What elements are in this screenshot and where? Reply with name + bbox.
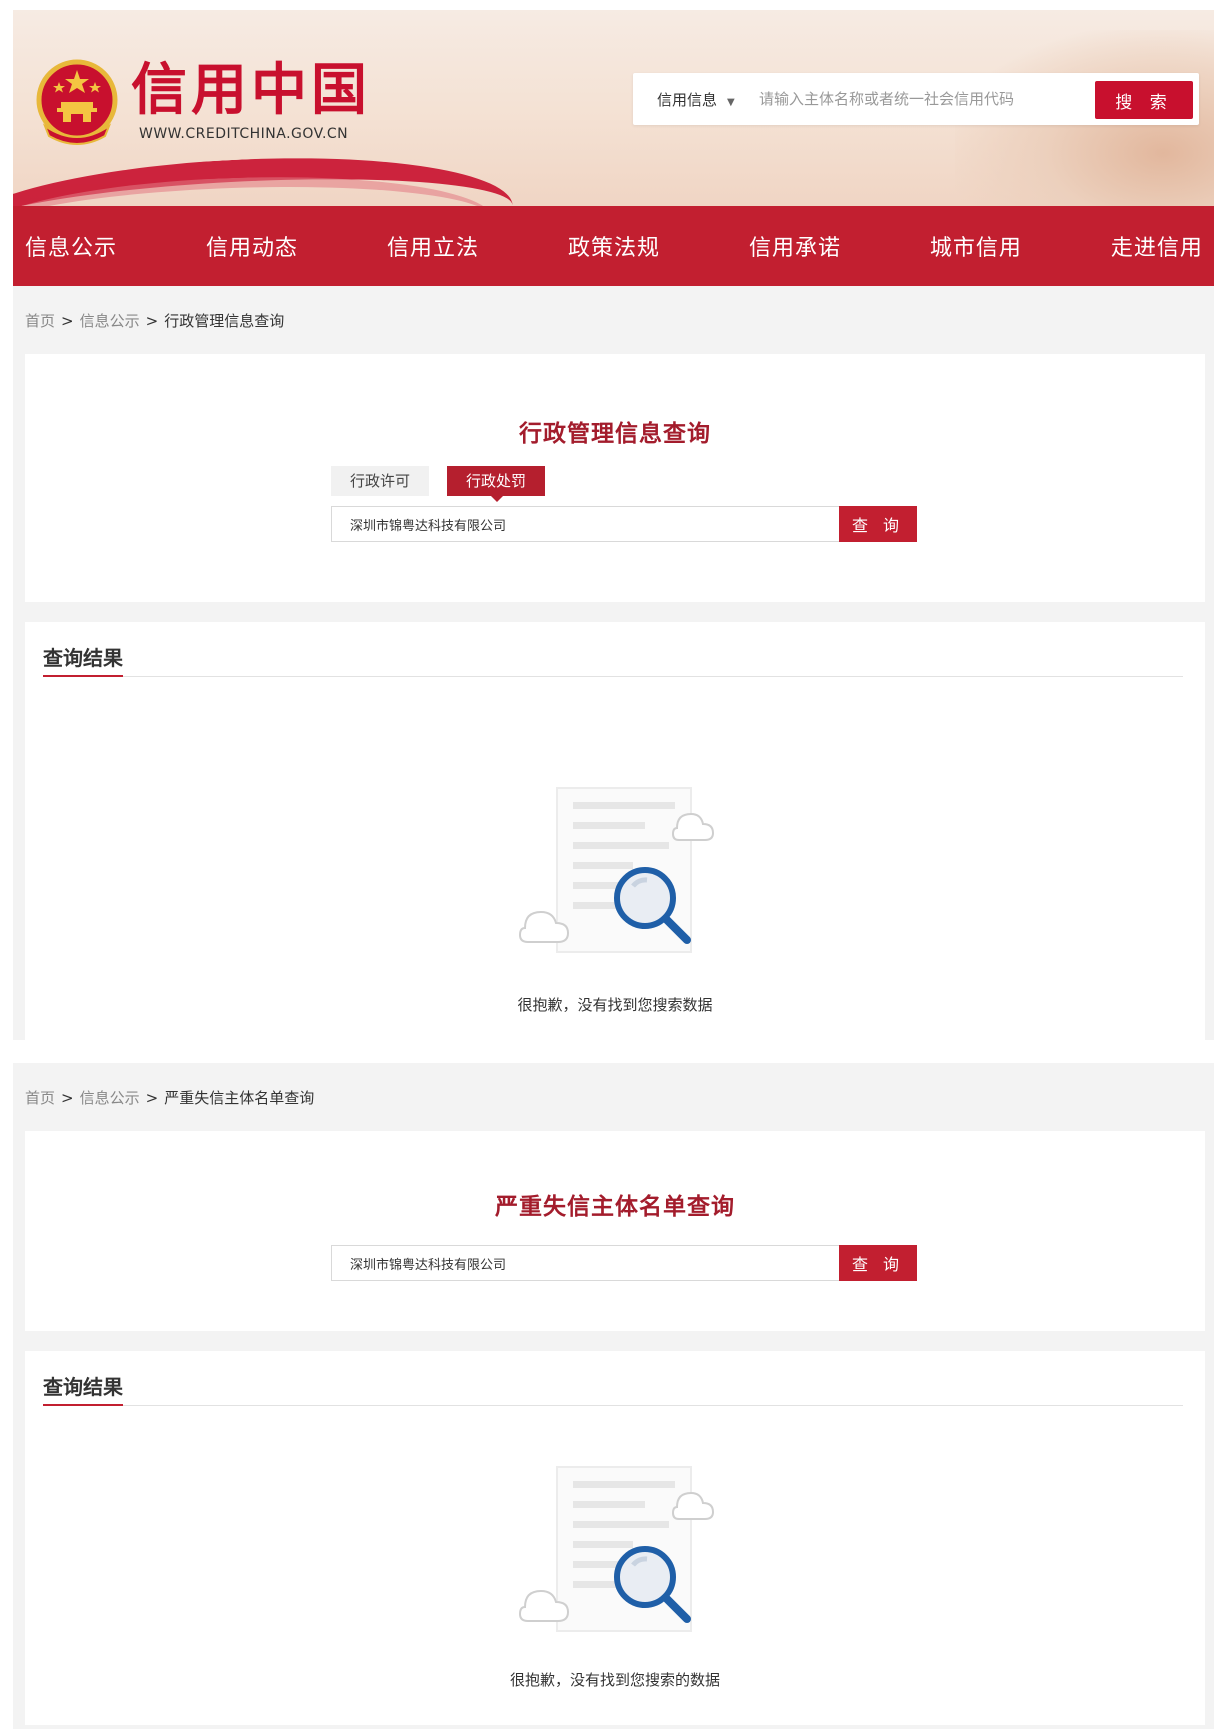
- breadcrumb-parent[interactable]: 信息公示: [80, 312, 140, 330]
- query-button[interactable]: 查 询: [839, 506, 917, 542]
- result-title: 查询结果: [43, 1375, 123, 1399]
- nav-item-credit-news[interactable]: 信用动态: [206, 230, 298, 262]
- nav-item-credit-commitment[interactable]: 信用承诺: [749, 230, 841, 262]
- result-title-underline: [43, 1404, 123, 1406]
- no-data-illustration-icon: [518, 1466, 715, 1632]
- brand-url: WWW.CREDITCHINA.GOV.CN: [139, 126, 349, 142]
- search-category-select[interactable]: 信用信息 ▼: [657, 89, 735, 110]
- breadcrumb-separator: >: [145, 312, 159, 330]
- nav-item-city-credit[interactable]: 城市信用: [930, 230, 1022, 262]
- empty-result-message: 很抱歉，没有找到您搜索数据: [517, 996, 713, 1014]
- page-title: 严重失信主体名单查询: [495, 1194, 735, 1220]
- national-emblem-icon: [36, 59, 118, 145]
- nav-item-policies[interactable]: 政策法规: [568, 230, 660, 262]
- breadcrumb-home[interactable]: 首页: [25, 312, 55, 330]
- empty-result-message: 很抱歉，没有找到您搜索的数据: [509, 1671, 720, 1689]
- tab-administrative-penalty[interactable]: 行政处罚: [447, 466, 545, 502]
- global-search-box: 信用信息 ▼ 搜 索: [633, 73, 1199, 125]
- breadcrumb: 首页 > 信息公示 > 行政管理信息查询: [25, 310, 284, 331]
- result-divider: [43, 1405, 1183, 1406]
- screenshot-administrative-query: 信用中国 WWW.CREDITCHINA.GOV.CN 信用信息 ▼ 搜 索 信息…: [13, 10, 1214, 1040]
- tab-administrative-license[interactable]: 行政许可: [331, 466, 429, 496]
- nav-item-info-disclosure[interactable]: 信息公示: [25, 230, 117, 262]
- breadcrumb-current: 严重失信主体名单查询: [164, 1089, 315, 1107]
- main-nav: 信息公示 信用动态 信用立法 政策法规 信用承诺 城市信用 走进信用: [13, 206, 1214, 286]
- caret-down-icon: ▼: [727, 97, 735, 108]
- result-panel: 查询结果 很抱歉，没有找到您搜索数据: [25, 622, 1205, 1040]
- nav-item-about-credit[interactable]: 走进信用: [1111, 230, 1203, 262]
- query-panel: 行政管理信息查询 行政许可 行政处罚 查 询: [25, 354, 1205, 602]
- breadcrumb-parent[interactable]: 信息公示: [80, 1089, 140, 1107]
- query-button[interactable]: 查 询: [839, 1245, 917, 1281]
- result-title-underline: [43, 675, 123, 677]
- breadcrumb-home[interactable]: 首页: [25, 1089, 55, 1107]
- breadcrumb: 首页 > 信息公示 > 严重失信主体名单查询: [25, 1087, 314, 1108]
- company-query-input[interactable]: [332, 1246, 842, 1280]
- result-panel: 查询结果 很抱歉，没有找到您搜索的数据: [25, 1351, 1205, 1725]
- breadcrumb-separator: >: [61, 312, 74, 330]
- breadcrumb-separator: >: [61, 1089, 74, 1107]
- screenshot-dishonest-list-query: 首页 > 信息公示 > 严重失信主体名单查询 严重失信主体名单查询 查 询 查询结果 很…: [13, 1063, 1214, 1729]
- global-search-button[interactable]: 搜 索: [1095, 81, 1193, 119]
- brand-title: 信用中国: [131, 57, 371, 123]
- company-query-input[interactable]: [332, 507, 842, 541]
- global-search-input[interactable]: [759, 82, 1059, 116]
- query-tabs: 行政许可 行政处罚: [331, 466, 545, 502]
- no-data-illustration-icon: [518, 787, 715, 953]
- breadcrumb-current: 行政管理信息查询: [164, 312, 285, 330]
- page-title: 行政管理信息查询: [519, 421, 711, 447]
- query-panel: 严重失信主体名单查询 查 询: [25, 1131, 1205, 1331]
- nav-item-credit-legislation[interactable]: 信用立法: [387, 230, 479, 262]
- query-bar: 查 询: [331, 506, 917, 542]
- query-bar: 查 询: [331, 1245, 917, 1281]
- breadcrumb-separator: >: [145, 1089, 159, 1107]
- result-divider: [43, 676, 1183, 677]
- search-category-label: 信用信息: [657, 91, 718, 109]
- result-title: 查询结果: [43, 646, 123, 670]
- site-header: 信用中国 WWW.CREDITCHINA.GOV.CN 信用信息 ▼ 搜 索: [13, 10, 1214, 206]
